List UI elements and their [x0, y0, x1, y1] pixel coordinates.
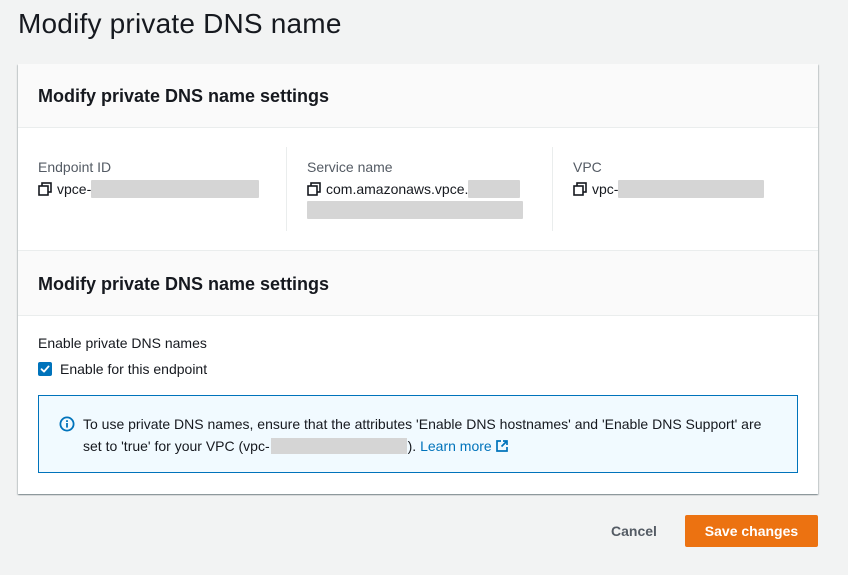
vpc-column: VPC vpc-: [552, 147, 798, 231]
settings-section-title: Modify private DNS name settings: [18, 250, 818, 316]
vpc-text: vpc-: [592, 181, 619, 197]
page-title: Modify private DNS name: [18, 8, 342, 39]
info-icon: [59, 416, 75, 432]
service-name-wrap: com.amazonaws.vpce.: [307, 179, 523, 219]
copy-icon[interactable]: [307, 182, 321, 196]
redacted-block: [618, 180, 765, 198]
service-name-label: Service name: [307, 159, 393, 175]
enable-endpoint-checkbox[interactable]: [38, 362, 52, 376]
service-name-value: com.amazonaws.vpce.: [307, 179, 552, 219]
endpoint-id-column: Endpoint ID vpce-: [38, 147, 286, 231]
redacted-block: [307, 201, 523, 219]
redacted-block: [270, 438, 407, 454]
vpc-value: vpc-: [573, 179, 798, 199]
info-alert: To use private DNS names, ensure that th…: [38, 395, 798, 473]
external-link-icon: [495, 440, 508, 452]
enable-private-dns-label: Enable private DNS names: [38, 335, 207, 351]
redacted-block: [468, 180, 521, 198]
info-text-after: ).: [407, 438, 421, 454]
endpoint-id-text: vpce-: [57, 181, 92, 197]
enable-endpoint-checkbox-row[interactable]: Enable for this endpoint: [38, 359, 207, 379]
learn-more-link[interactable]: Learn more: [420, 438, 509, 454]
checkmark-icon: [40, 365, 50, 373]
settings-card: Modify private DNS name settings Endpoin…: [18, 64, 818, 494]
endpoint-id-label: Endpoint ID: [38, 159, 112, 175]
details-section-title: Modify private DNS name settings: [18, 64, 818, 128]
cancel-button[interactable]: Cancel: [596, 515, 672, 547]
learn-more-label: Learn more: [420, 438, 492, 454]
copy-icon[interactable]: [38, 182, 52, 196]
vpc-label: VPC: [573, 159, 602, 175]
service-name-text: com.amazonaws.vpce.: [326, 181, 469, 197]
enable-endpoint-label: Enable for this endpoint: [60, 361, 208, 377]
copy-icon[interactable]: [573, 182, 587, 196]
endpoint-id-value: vpce-: [38, 179, 286, 199]
save-changes-button[interactable]: Save changes: [685, 515, 818, 547]
service-name-column: Service name com.amazonaws.vpce.: [286, 147, 552, 231]
redacted-block: [91, 180, 260, 198]
